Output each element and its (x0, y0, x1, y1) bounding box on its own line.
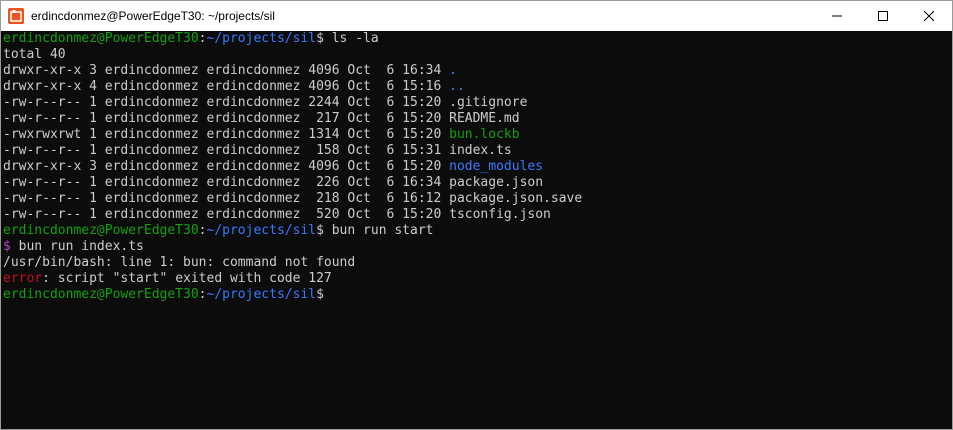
listing-row: -rw-r--r-- 1 erdincdonmez erdincdonmez 1… (3, 143, 952, 159)
prompt-path: ~/projects/sil (206, 223, 317, 238)
listing-meta: -rw-r--r-- 1 erdincdonmez erdincdonmez 2… (3, 191, 450, 206)
script-error-line: error: script "start" exited with code 1… (3, 271, 952, 287)
listing-row: drwxr-xr-x 3 erdincdonmez erdincdonmez 4… (3, 63, 952, 79)
error-message: : script "start" exited with code 127 (42, 271, 332, 286)
prompt-line: erdincdonmez@PowerEdgeT30:~/projects/sil… (3, 31, 952, 47)
bash-error-line: /usr/bin/bash: line 1: bun: command not … (3, 255, 356, 270)
listing-meta: -rw-r--r-- 1 erdincdonmez erdincdonmez 5… (3, 207, 450, 222)
command-text: bun run start (331, 223, 434, 238)
listing-row: -rw-r--r-- 1 erdincdonmez erdincdonmez 2… (3, 175, 952, 191)
listing-meta: drwxr-xr-x 3 erdincdonmez erdincdonmez 4… (3, 159, 450, 174)
total-line: total 40 (3, 47, 66, 62)
listing-name-dir: node_modules (449, 159, 544, 174)
bun-run-line: $ bun run index.ts (3, 239, 952, 255)
listing-name-file: package.json.save (449, 191, 583, 206)
prompt-line: erdincdonmez@PowerEdgeT30:~/projects/sil… (3, 287, 952, 303)
prompt-user: erdincdonmez@PowerEdgeT30 (3, 223, 199, 238)
prompt-separator: : (198, 31, 207, 46)
prompt-user: erdincdonmez@PowerEdgeT30 (3, 31, 199, 46)
minimize-icon (832, 15, 842, 17)
prompt-dollar: $ (316, 31, 332, 46)
listing-meta: drwxr-xr-x 4 erdincdonmez erdincdonmez 4… (3, 79, 450, 94)
listing-name-dir: .. (449, 79, 465, 94)
title-bar[interactable]: erdincdonmez@PowerEdgeT30: ~/projects/si… (1, 1, 952, 31)
ubuntu-icon (8, 8, 24, 24)
listing-row: -rw-r--r-- 1 erdincdonmez erdincdonmez 2… (3, 111, 952, 127)
listing-row: -rwxrwxrwt 1 erdincdonmez erdincdonmez 1… (3, 127, 952, 143)
terminal-output[interactable]: erdincdonmez@PowerEdgeT30:~/projects/sil… (1, 31, 952, 429)
listing-name-file: package.json (449, 175, 544, 190)
listing-meta: -rw-r--r-- 1 erdincdonmez erdincdonmez 2… (3, 95, 450, 110)
command-text: ls -la (331, 31, 379, 46)
terminal-window: erdincdonmez@PowerEdgeT30: ~/projects/si… (0, 0, 953, 430)
bun-dollar: $ (3, 239, 11, 254)
prompt-dollar: $ (316, 223, 332, 238)
prompt-path: ~/projects/sil (206, 31, 317, 46)
minimize-button[interactable] (814, 1, 860, 31)
prompt-path: ~/projects/sil (206, 287, 317, 302)
listing-row: drwxr-xr-x 3 erdincdonmez erdincdonmez 4… (3, 159, 952, 175)
listing-name-file: README.md (449, 111, 520, 126)
listing-name-exec: bun.lockb (449, 127, 520, 142)
listing-name-file: .gitignore (449, 95, 528, 110)
prompt-separator: : (198, 223, 207, 238)
listing-row: -rw-r--r-- 1 erdincdonmez erdincdonmez 2… (3, 191, 952, 207)
window-controls (814, 1, 952, 31)
listing-meta: -rw-r--r-- 1 erdincdonmez erdincdonmez 2… (3, 175, 450, 190)
listing-meta: -rw-r--r-- 1 erdincdonmez erdincdonmez 2… (3, 111, 450, 126)
close-button[interactable] (906, 1, 952, 31)
listing-meta: drwxr-xr-x 3 erdincdonmez erdincdonmez 4… (3, 63, 450, 78)
listing-row: drwxr-xr-x 4 erdincdonmez erdincdonmez 4… (3, 79, 952, 95)
listing-name-file: tsconfig.json (449, 207, 551, 222)
listing-name-file: index.ts (449, 143, 512, 158)
prompt-line: erdincdonmez@PowerEdgeT30:~/projects/sil… (3, 223, 952, 239)
close-icon (924, 11, 934, 21)
maximize-button[interactable] (860, 1, 906, 31)
listing-row: -rw-r--r-- 1 erdincdonmez erdincdonmez 5… (3, 207, 952, 223)
prompt-user: erdincdonmez@PowerEdgeT30 (3, 287, 199, 302)
listing-meta: -rw-r--r-- 1 erdincdonmez erdincdonmez 1… (3, 143, 450, 158)
listing-meta: -rwxrwxrwt 1 erdincdonmez erdincdonmez 1… (3, 127, 450, 142)
prompt-separator: : (198, 287, 207, 302)
bun-command: bun run index.ts (10, 239, 144, 254)
prompt-dollar: $ (316, 287, 324, 302)
window-title: erdincdonmez@PowerEdgeT30: ~/projects/si… (31, 9, 275, 23)
maximize-icon (878, 11, 888, 21)
error-label: error (3, 271, 43, 286)
listing-name-dir: . (449, 63, 457, 78)
listing-row: -rw-r--r-- 1 erdincdonmez erdincdonmez 2… (3, 95, 952, 111)
